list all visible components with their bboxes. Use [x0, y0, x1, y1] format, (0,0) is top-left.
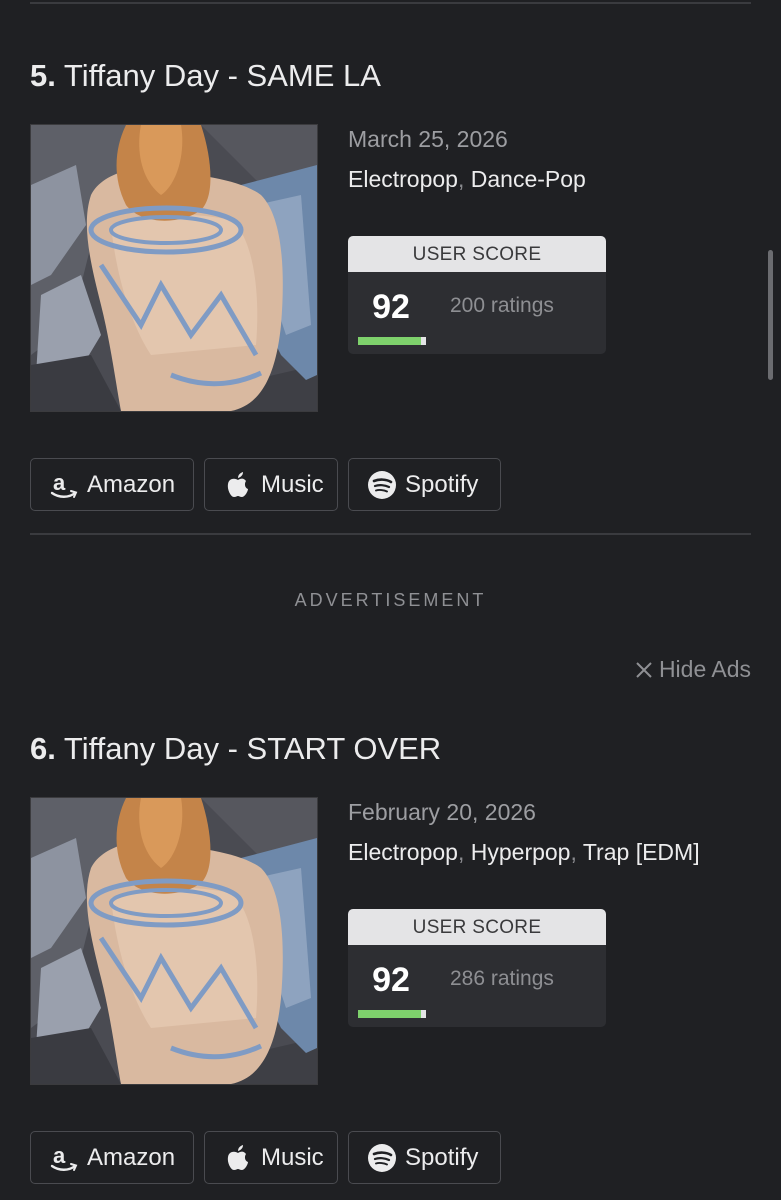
user-score-header: USER SCORE — [348, 236, 606, 272]
spotify-button-label: Spotify — [405, 470, 479, 498]
genre-link[interactable]: Electropop — [348, 839, 458, 865]
close-icon — [635, 661, 653, 679]
apple-logo-icon — [221, 1144, 255, 1172]
user-score-value: 92 — [372, 288, 410, 326]
svg-text:a: a — [53, 470, 66, 495]
genre-list: Electropop, Dance-Pop — [348, 166, 586, 193]
user-score-header: USER SCORE — [348, 909, 606, 945]
album-entry: 6. Tiffany Day - START OVER February 20,… — [30, 731, 751, 1191]
spotify-button[interactable]: Spotify — [348, 1131, 501, 1184]
amazon-logo-icon: a — [47, 1143, 81, 1173]
user-score-card[interactable]: USER SCORE 92 200 ratings — [348, 236, 606, 354]
genre-link[interactable]: Hyperpop — [471, 839, 571, 865]
genre-link[interactable]: Trap [EDM] — [583, 839, 700, 865]
user-score-bar — [358, 337, 426, 345]
album-rank: 6. — [30, 731, 56, 766]
spotify-logo-icon — [365, 470, 399, 500]
svg-text:a: a — [53, 1143, 66, 1168]
music-button-label: Music — [261, 470, 324, 498]
amazon-logo-icon: a — [47, 470, 81, 500]
user-score-bar-fill — [358, 337, 421, 345]
entry-divider — [30, 533, 751, 535]
music-button-label: Music — [261, 1143, 324, 1171]
album-cover-image[interactable] — [30, 797, 318, 1085]
user-score-bar — [358, 1010, 426, 1018]
genre-link[interactable]: Dance-Pop — [471, 166, 586, 192]
album-list-page: 5. Tiffany Day - SAME LA March 25, 2026 … — [0, 0, 781, 1200]
user-score-value: 92 — [372, 961, 410, 999]
amazon-button[interactable]: a Amazon — [30, 1131, 194, 1184]
rating-count[interactable]: 200 ratings — [450, 294, 554, 318]
release-date: March 25, 2026 — [348, 126, 508, 152]
apple-music-button[interactable]: Music — [204, 458, 338, 511]
genre-separator: , — [457, 839, 471, 865]
top-divider — [30, 2, 751, 4]
album-title-text: Tiffany Day - START OVER — [63, 731, 442, 766]
amazon-button-label: Amazon — [87, 1143, 176, 1171]
user-score-bar-fill — [358, 1010, 421, 1018]
genre-link[interactable]: Electropop — [348, 166, 458, 192]
user-score-card[interactable]: USER SCORE 92 286 ratings — [348, 909, 606, 1027]
spotify-logo-icon — [365, 1143, 399, 1173]
release-date: February 20, 2026 — [348, 799, 536, 825]
album-title[interactable]: 5. Tiffany Day - SAME LA — [30, 58, 381, 94]
spotify-button-label: Spotify — [405, 1143, 479, 1171]
album-entry: 5. Tiffany Day - SAME LA March 25, 2026 … — [30, 58, 751, 518]
amazon-button-label: Amazon — [87, 470, 176, 498]
hide-ads-button[interactable]: Hide Ads — [635, 656, 751, 683]
genre-separator: , — [570, 839, 583, 865]
apple-music-button[interactable]: Music — [204, 1131, 338, 1184]
album-cover-image[interactable] — [30, 124, 318, 412]
album-title[interactable]: 6. Tiffany Day - START OVER — [30, 731, 441, 767]
hide-ads-label: Hide Ads — [658, 656, 751, 682]
genre-list: Electropop, Hyperpop, Trap [EDM] — [348, 839, 700, 866]
spotify-button[interactable]: Spotify — [348, 458, 501, 511]
album-title-text: Tiffany Day - SAME LA — [63, 58, 381, 93]
rating-count[interactable]: 286 ratings — [450, 967, 554, 991]
genre-separator: , — [457, 166, 471, 192]
scrollbar[interactable] — [768, 250, 773, 380]
apple-logo-icon — [221, 471, 255, 499]
amazon-button[interactable]: a Amazon — [30, 458, 194, 511]
album-rank: 5. — [30, 58, 56, 93]
advertisement-label: ADVERTISEMENT — [294, 590, 487, 610]
